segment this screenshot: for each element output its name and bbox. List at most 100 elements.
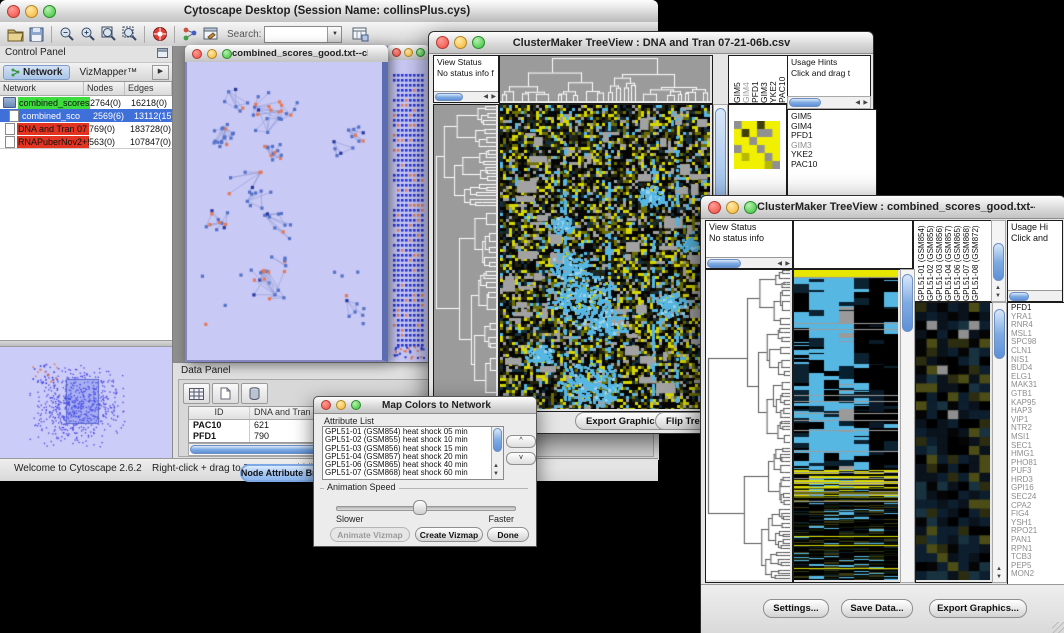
scrollbar-thumb[interactable] xyxy=(707,259,741,268)
gene-label[interactable]: PUF3 xyxy=(1011,467,1064,476)
column-label[interactable]: GIM4 xyxy=(741,56,750,103)
float-panel-icon[interactable] xyxy=(157,48,168,58)
close-button[interactable] xyxy=(321,400,331,410)
create-vizmap-button[interactable]: Create Vizmap xyxy=(415,527,483,542)
attribute-item[interactable]: GPL51-03 (GSM856) heat shock 15 min xyxy=(325,445,501,453)
close-button[interactable] xyxy=(436,36,449,49)
gene-label[interactable]: PAC10 xyxy=(791,160,873,170)
scroll-up-icon[interactable]: ▲ xyxy=(493,462,499,470)
gene-label[interactable]: SEC24 xyxy=(1011,493,1064,502)
column-label[interactable]: YKE2 xyxy=(768,56,777,103)
gene-label[interactable]: ELG1 xyxy=(1011,373,1064,382)
attribute-item[interactable]: GPL51-07 (GSM868) heat shock 60 min xyxy=(325,469,501,477)
scroll-down-icon[interactable]: ▼ xyxy=(995,292,1001,300)
gene-label[interactable]: HRD3 xyxy=(1011,476,1064,485)
scroll-left-icon[interactable]: ◀ xyxy=(483,93,488,101)
minimize-button[interactable] xyxy=(207,49,217,59)
gene-label[interactable]: HAP3 xyxy=(1011,407,1064,416)
move-down-button[interactable]: v xyxy=(506,452,536,465)
view-status-hscrollbar[interactable]: ◀ ▶ xyxy=(706,257,792,268)
scrollbar-thumb[interactable] xyxy=(789,98,821,107)
row-dendrogram-canvas[interactable] xyxy=(706,270,790,580)
scroll-up-icon[interactable]: ▲ xyxy=(995,284,1001,292)
gene-label[interactable]: KAP95 xyxy=(1011,399,1064,408)
close-button[interactable] xyxy=(392,48,401,57)
gene-label[interactable]: NTR2 xyxy=(1011,424,1064,433)
network-list-row[interactable]: combined_sco2569(6)13112(15) xyxy=(0,109,172,122)
close-button[interactable] xyxy=(708,201,721,214)
birdseye-view[interactable] xyxy=(0,347,172,459)
scroll-down-icon[interactable]: ▼ xyxy=(493,470,499,478)
gene-label[interactable]: PFD1 xyxy=(1011,304,1064,313)
network-diagram-icon[interactable] xyxy=(179,25,200,44)
open-file-button[interactable] xyxy=(5,25,26,44)
scrollbar-thumb[interactable] xyxy=(435,93,463,101)
zoom-heatmap-canvas[interactable] xyxy=(734,121,780,169)
zoom-button[interactable] xyxy=(472,36,485,49)
attribute-listbox[interactable]: GPL51-01 (GSM854) heat shock 05 minGPL51… xyxy=(322,426,504,480)
column-dendrogram[interactable] xyxy=(499,55,713,104)
attribute-item[interactable]: GPL51-02 (GSM855) heat shock 10 min xyxy=(325,436,501,444)
column-label[interactable]: GPL51-01 (GSM854) xyxy=(917,221,926,301)
minimize-button[interactable] xyxy=(336,400,346,410)
scroll-left-icon[interactable]: ◀ xyxy=(777,260,782,268)
gene-label[interactable]: GIM4 xyxy=(791,122,873,132)
col-network[interactable]: Network xyxy=(0,82,84,95)
slider-thumb[interactable] xyxy=(413,500,427,515)
scroll-right-icon[interactable]: ▶ xyxy=(785,260,790,268)
zoom-out-icon[interactable] xyxy=(56,25,77,44)
close-button[interactable] xyxy=(7,5,20,18)
column-dendrogram-canvas[interactable] xyxy=(500,56,710,101)
gene-label[interactable]: TCB3 xyxy=(1011,553,1064,562)
gene-label[interactable]: NIS1 xyxy=(1011,356,1064,365)
main-title-bar[interactable]: Cytoscape Desktop (Session Name: collins… xyxy=(0,0,658,23)
gene-label[interactable]: PFD1 xyxy=(791,131,873,141)
column-label[interactable]: PAC10 xyxy=(777,56,786,103)
export-graphics-button[interactable]: Export Graphics... xyxy=(929,599,1027,618)
scroll-left-icon[interactable]: ◀ xyxy=(855,99,860,107)
gene-label[interactable]: MSL1 xyxy=(1011,330,1064,339)
scroll-down-icon[interactable]: ▼ xyxy=(996,573,1002,581)
scrollbar-thumb[interactable] xyxy=(994,309,1005,359)
usage-hscrollbar[interactable]: ◀ ▶ xyxy=(787,96,871,109)
zoom-button[interactable] xyxy=(43,5,56,18)
gene-label[interactable]: SEC1 xyxy=(1011,442,1064,451)
tab-network[interactable]: Network xyxy=(3,65,70,80)
col-edges[interactable]: Edges xyxy=(125,82,172,95)
column-dendrogram[interactable] xyxy=(793,220,913,269)
gene-label[interactable]: GIM5 xyxy=(791,112,873,122)
column-label[interactable]: PFD1 xyxy=(750,56,759,103)
gene-label[interactable]: CPA2 xyxy=(1011,502,1064,511)
grid-network-canvas[interactable] xyxy=(388,60,428,362)
column-label[interactable]: GPL51-04 (GSM857) xyxy=(944,221,953,301)
select-attributes-icon[interactable] xyxy=(183,383,210,404)
gene-label[interactable]: PHO81 xyxy=(1011,459,1064,468)
scrollbar-thumb[interactable] xyxy=(1009,292,1029,301)
gene-label[interactable]: RPO21 xyxy=(1011,527,1064,536)
animate-vizmap-button[interactable]: Animate Vizmap xyxy=(330,527,410,542)
gene-label[interactable]: YKE2 xyxy=(791,150,873,160)
zoom-in-icon[interactable] xyxy=(77,25,98,44)
dialog-title-bar[interactable]: Map Colors to Network xyxy=(314,397,536,414)
attribute-item[interactable]: GPL51-04 (GSM857) heat shock 20 min xyxy=(325,453,501,461)
zoom-button[interactable] xyxy=(222,49,232,59)
row-dendrogram[interactable] xyxy=(705,269,793,583)
column-label[interactable]: GPL51-03 (GSM856) xyxy=(935,221,944,301)
save-data-button[interactable]: Save Data... xyxy=(841,599,913,618)
settings-button[interactable]: Settings... xyxy=(763,599,829,618)
gene-label[interactable]: HMG1 xyxy=(1011,450,1064,459)
col-nodes[interactable]: Nodes xyxy=(84,82,125,95)
attribute-list-vscrollbar[interactable]: ▲ ▼ xyxy=(491,427,503,479)
birdseye-canvas[interactable] xyxy=(2,349,170,457)
gene-label[interactable]: SPC98 xyxy=(1011,338,1064,347)
view-status-hscrollbar[interactable]: ◀ ▶ xyxy=(434,91,498,102)
heatmap-vscrollbar[interactable] xyxy=(900,269,915,583)
zoom-button[interactable] xyxy=(744,201,757,214)
scrollbar-thumb[interactable] xyxy=(902,274,913,332)
treeview2-title-bar[interactable]: ClusterMaker TreeView : combined_scores_… xyxy=(701,196,1064,219)
gene-label[interactable]: MAK31 xyxy=(1011,381,1064,390)
second-window-title-bar[interactable] xyxy=(388,45,428,61)
scrollbar-thumb[interactable] xyxy=(993,243,1004,281)
network-window-title-bar[interactable]: combined_scores_good.txt--cluste... xyxy=(185,45,388,63)
attribute-item[interactable]: GPL51-06 (GSM865) heat shock 40 min xyxy=(325,461,501,469)
